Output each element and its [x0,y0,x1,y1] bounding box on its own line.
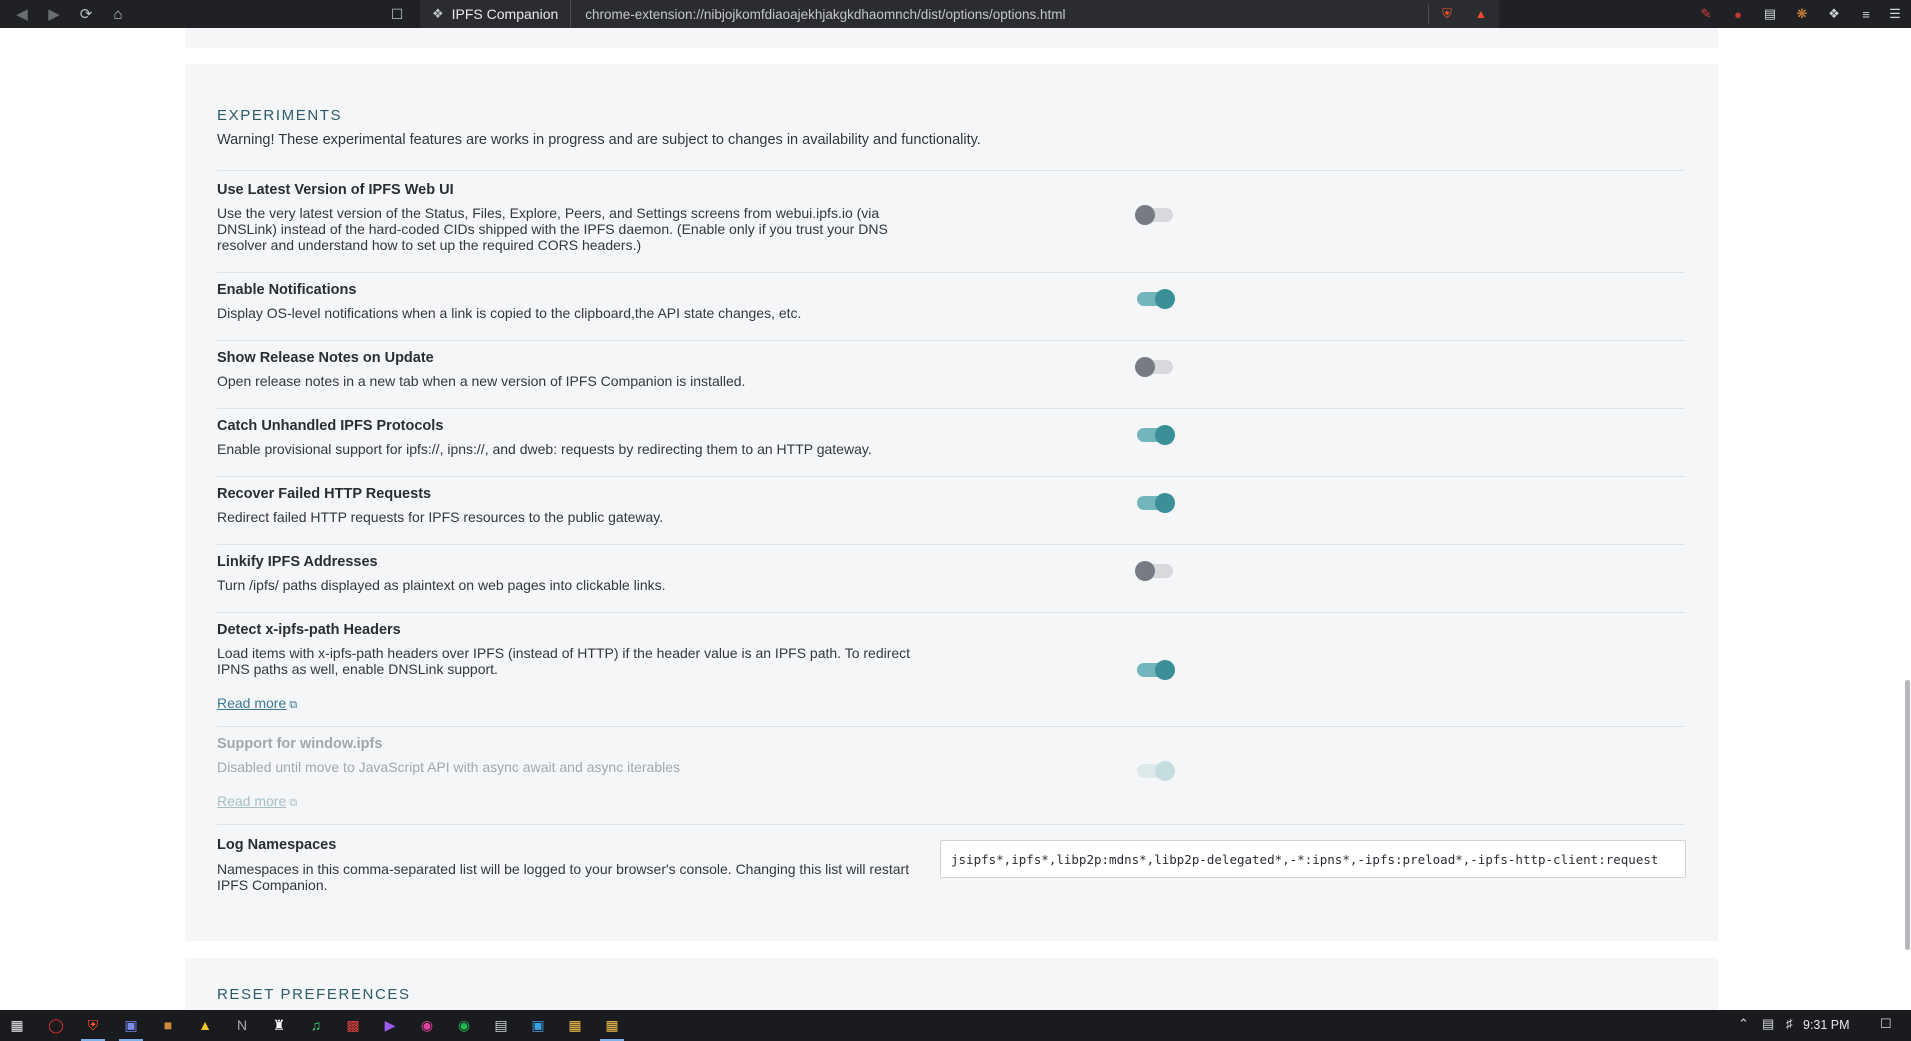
divider [217,272,1685,273]
toggle-window-ipfs [1137,761,1175,781]
taskbar: ▦ ◯ ⛨ ▣ ■ ▲ N ♜ ♫ ▩ ▶ ◉ ◉ ▤ ▣ ▦ ▦ ⌃ ▤ ♯ … [0,1010,1911,1041]
option-description: Redirect failed HTTP requests for IPFS r… [217,509,664,525]
url-separator [1428,4,1429,24]
home-button[interactable]: ⌂ [106,2,130,26]
option-title: Use Latest Version of IPFS Web UI [217,182,454,198]
browser-toolbar: ◀ ▶ ⟳ ⌂ ☐ ❖ IPFS Companion chrome-extens… [0,0,1911,28]
experiments-card: EXPERIMENTS Warning! These experimental … [185,64,1718,941]
option-title: Support for window.ipfs [217,736,383,752]
option-description: Open release notes in a new tab when a n… [217,373,746,389]
ublock-icon[interactable]: ● [1728,4,1748,24]
toggle-detect-ipfs-path-headers[interactable] [1137,660,1175,680]
read-more-label: Read more [217,793,287,809]
notifications-icon[interactable]: ☐ [1880,1016,1892,1032]
toggle-recover-failed-requests[interactable] [1137,493,1175,513]
option-description: Load items with x-ipfs-path headers over… [217,645,911,677]
windows-start-icon[interactable]: ▦ [6,1014,28,1036]
menu-icon[interactable]: ☰ [1885,4,1905,24]
taskbar-clock[interactable]: 9:31 PM [1803,1018,1850,1032]
toggle-use-latest-webui[interactable] [1135,205,1173,225]
divider [217,544,1685,545]
puzzle-icon: ❖ [432,6,444,21]
toggle-catch-unhandled-protocols[interactable] [1137,425,1175,445]
epic-games-icon[interactable]: ♜ [268,1014,290,1036]
volume-icon[interactable]: ♯ [1786,1016,1793,1031]
option-title: Log Namespaces [217,837,337,853]
back-button[interactable]: ◀ [10,2,34,26]
extension-name: IPFS Companion [451,6,559,22]
option-description: Display OS-level notifications when a li… [217,305,802,321]
brave-icon[interactable]: ⛨ [82,1014,104,1036]
notebook-icon[interactable]: ■ [157,1014,179,1036]
option-title: Catch Unhandled IPFS Protocols [217,418,444,434]
address-bar[interactable]: ❖ IPFS Companion chrome-extension://nibj… [420,0,1499,28]
option-title: Detect x-ipfs-path Headers [217,622,401,638]
notion-icon[interactable]: N [231,1014,253,1036]
previous-section-card [185,28,1718,48]
toggle-enable-notifications[interactable] [1137,289,1175,309]
divider [217,340,1685,341]
divider [217,824,1685,825]
brave-shield-icon[interactable]: ⛨ [1438,5,1456,23]
reset-card: RESET PREFERENCES [185,958,1718,1010]
reload-button[interactable]: ⟳ [74,2,98,26]
log-namespaces-input[interactable] [940,840,1686,878]
option-description: Turn /ipfs/ paths displayed as plaintext… [217,577,666,593]
file-explorer-icon[interactable]: ▦ [564,1014,586,1036]
external-link-icon: ⧉ [289,797,298,809]
app-icon[interactable]: ▩ [342,1014,364,1036]
toggle-release-notes[interactable] [1135,357,1173,377]
read-more-link[interactable]: Read more ⧉ [217,793,297,810]
divider [217,726,1685,727]
option-title: Enable Notifications [217,282,357,298]
ipfs-companion-icon[interactable]: ❋ [1792,4,1812,24]
opera-icon[interactable]: ◯ [45,1014,67,1036]
drive-icon[interactable]: ▲ [194,1014,216,1036]
external-link-icon: ⧉ [289,699,298,711]
brave-rewards-icon[interactable]: ▲ [1472,5,1490,23]
option-description: Disabled until move to JavaScript API wi… [217,759,681,775]
folder-icon[interactable]: ▦ [601,1014,623,1036]
option-description: Namespaces in this comma-separated list … [217,861,910,893]
scrollbar-thumb[interactable] [1905,680,1910,950]
read-more-link[interactable]: Read more ⧉ [217,695,297,712]
extensions-puzzle-icon[interactable]: ❖ [1824,4,1844,24]
app-icon[interactable]: ◉ [416,1014,438,1036]
options-page: EXPERIMENTS Warning! These experimental … [0,28,1911,1010]
network-icon[interactable]: ▤ [1762,1016,1774,1032]
divider [217,612,1685,613]
option-description: Use the very latest version of the Statu… [217,205,888,253]
pdf-extension-icon[interactable]: ✎ [1696,4,1716,24]
option-title: Show Release Notes on Update [217,350,434,366]
reset-title: RESET PREFERENCES [217,986,411,1003]
reader-extension-icon[interactable]: ▤ [1760,4,1780,24]
url-text[interactable]: chrome-extension://nibjojkomfdiaoajekhja… [571,7,1065,22]
forward-button[interactable]: ▶ [42,2,66,26]
experiments-title: EXPERIMENTS [217,107,343,124]
headphones-icon[interactable]: ♫ [305,1014,327,1036]
option-title: Linkify IPFS Addresses [217,554,378,570]
discord-icon[interactable]: ▣ [120,1014,142,1036]
media-player-icon[interactable]: ▶ [379,1014,401,1036]
option-description: Enable provisional support for ipfs://, … [217,441,872,457]
tray-chevron-icon[interactable]: ⌃ [1738,1016,1749,1032]
extension-chip[interactable]: ❖ IPFS Companion [420,0,572,28]
read-more-label: Read more [217,695,287,711]
playlist-icon[interactable]: ≡ [1856,4,1876,24]
notes-icon[interactable]: ▤ [490,1014,512,1036]
divider [217,170,1685,171]
bookmark-icon[interactable]: ☐ [385,2,409,26]
app-icon[interactable]: ▣ [527,1014,549,1036]
divider [217,408,1685,409]
divider [217,476,1685,477]
toggle-linkify[interactable] [1135,561,1173,581]
spotify-icon[interactable]: ◉ [453,1014,475,1036]
option-title: Recover Failed HTTP Requests [217,486,432,502]
experiments-warning: Warning! These experimental features are… [217,132,981,148]
